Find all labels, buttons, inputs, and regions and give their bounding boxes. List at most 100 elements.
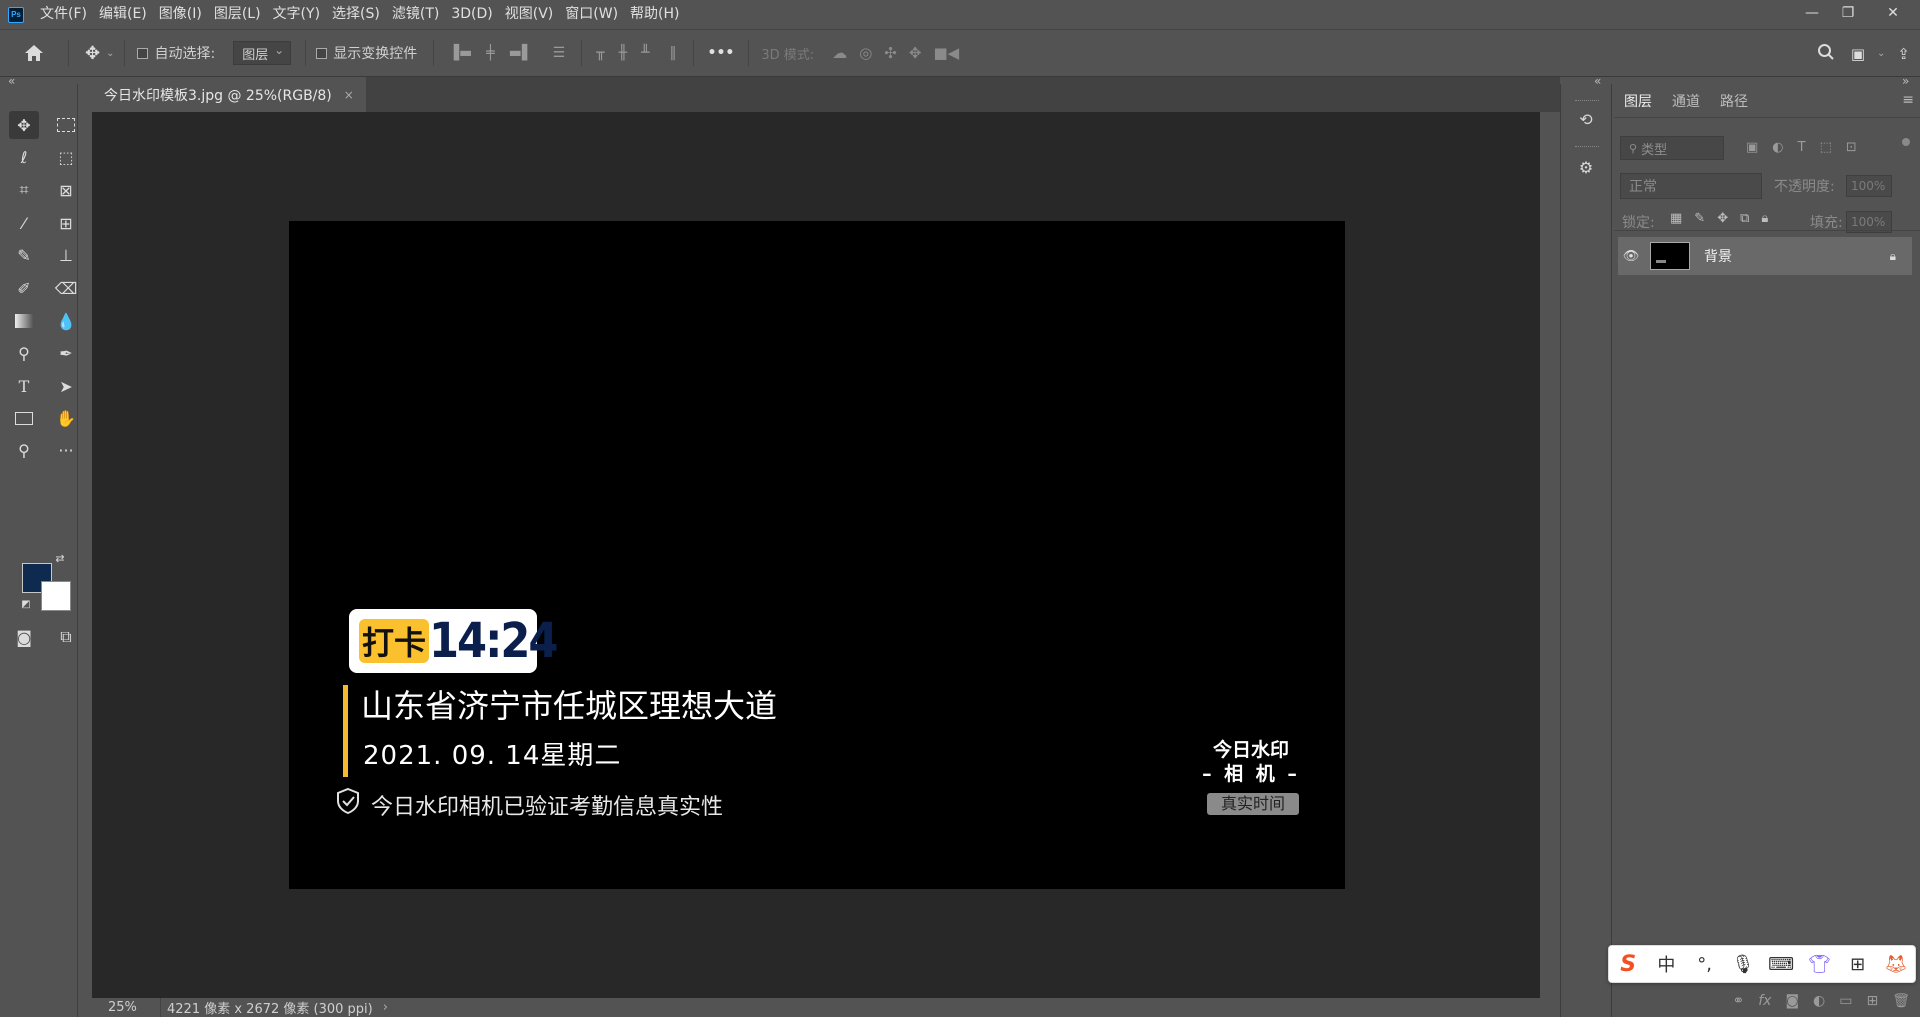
align-top-icon[interactable]: ╥ (596, 45, 604, 61)
eyedropper-tool-icon[interactable]: ⁄ (9, 209, 39, 237)
blur-tool-icon[interactable]: 💧 (51, 307, 81, 335)
lock-pixels-icon[interactable]: ✎ (1694, 211, 1705, 226)
search-icon[interactable] (1817, 43, 1835, 65)
auto-select-dropdown[interactable]: 图层 (233, 41, 292, 65)
panel-menu-icon[interactable]: ≡ (1902, 92, 1914, 108)
adjustment-layer-icon[interactable]: ◐ (1813, 993, 1825, 1009)
pen-tool-icon[interactable]: ✒ (51, 339, 81, 367)
mic-icon[interactable]: 🎙︎ (1729, 954, 1757, 975)
ime-language-toggle[interactable]: 中 (1652, 951, 1680, 977)
delete-layer-icon[interactable]: 🗑︎ (1892, 993, 1910, 1009)
menu-view[interactable]: 视图(V) (499, 0, 560, 29)
zoom-tool-icon[interactable]: ⚲ (9, 436, 39, 464)
swap-colors-icon[interactable]: ⇄ (52, 550, 68, 566)
lock-artboard-icon[interactable]: ⧉ (1740, 211, 1749, 226)
crop-tool-icon[interactable]: ⌗ (9, 176, 39, 204)
layer-name[interactable]: 背景 (1704, 246, 1732, 266)
filter-pixel-icon[interactable]: ▣ (1746, 140, 1758, 155)
home-icon[interactable] (16, 44, 52, 62)
blend-mode-dropdown[interactable]: 正常 (1620, 173, 1762, 199)
align-bottom-icon[interactable]: ╨ (641, 45, 649, 61)
patch-tool-icon[interactable]: ⊞ (51, 209, 81, 237)
new-group-icon[interactable]: ▭ (1839, 993, 1852, 1009)
close-button[interactable]: ✕ (1866, 0, 1920, 26)
fx-icon[interactable]: fx (1758, 993, 1771, 1009)
opacity-input[interactable]: 100% (1846, 175, 1892, 197)
hand-tool-icon[interactable]: ✋ (51, 404, 81, 432)
layer-row[interactable]: 👁︎ 背景 🔒︎ (1618, 237, 1912, 275)
3d-slide-icon[interactable]: ✥ (909, 44, 922, 62)
align-left-icon[interactable]: ▐▬ (448, 45, 472, 61)
filter-shape-icon[interactable]: ⬚ (1820, 140, 1832, 155)
more-options-button[interactable]: ••• (708, 45, 735, 61)
marquee-tool-icon[interactable] (51, 111, 81, 139)
menu-image[interactable]: 图像(I) (153, 0, 208, 29)
tab-layers[interactable]: 图层 (1614, 87, 1662, 117)
tab-paths[interactable]: 路径 (1710, 87, 1758, 117)
filter-adjustment-icon[interactable]: ◐ (1772, 140, 1783, 155)
ime-punctuation-toggle[interactable]: °, (1691, 954, 1719, 975)
align-right-icon[interactable]: ▬▌ (509, 45, 533, 61)
tab-close-icon[interactable]: × (344, 88, 354, 102)
menu-file[interactable]: 文件(F) (34, 0, 93, 29)
menu-layer[interactable]: 图层(L) (208, 0, 267, 29)
lock-all-icon[interactable]: 🔒︎ (1761, 211, 1768, 226)
distribute-v-icon[interactable]: ‖ (670, 45, 677, 61)
new-layer-icon[interactable]: ⊞ (1866, 993, 1878, 1009)
distribute-h-icon[interactable]: ☰ (553, 45, 566, 61)
history-brush-tool-icon[interactable]: ✐ (9, 274, 39, 302)
move-tool-icon[interactable]: ✥ (9, 111, 39, 139)
zoom-level[interactable]: 25% (108, 1000, 148, 1015)
document-canvas[interactable]: 打卡 14:24 山东省济宁市任城区理想大道 2021. 09. 14星期二 今… (289, 221, 1345, 889)
background-color-swatch[interactable] (41, 581, 71, 611)
eraser-tool-icon[interactable]: ⌫ (51, 274, 81, 302)
menu-help[interactable]: 帮助(H) (624, 0, 685, 29)
properties-panel-icon[interactable]: ⚙ (1573, 154, 1599, 180)
screen-mode-icon[interactable]: ⧉ (51, 623, 81, 651)
add-mask-icon[interactable]: ◙ (1785, 993, 1799, 1009)
more-tools-icon[interactable]: ··· (51, 436, 81, 464)
frame-tool-icon[interactable]: ⊠ (51, 176, 81, 204)
lock-transparent-icon[interactable]: ▦ (1670, 211, 1682, 226)
workspace-icon[interactable]: ▣ (1851, 45, 1865, 63)
menu-edit[interactable]: 编辑(E) (93, 0, 153, 29)
3d-roll-icon[interactable]: ◎ (859, 44, 872, 62)
object-select-tool-icon[interactable]: ⬚ (51, 143, 81, 171)
menu-type[interactable]: 文字(Y) (267, 0, 326, 29)
keyboard-icon[interactable]: ⌨ (1767, 954, 1795, 975)
move-tool-preset-icon[interactable]: ✥ ⌄ (85, 43, 114, 64)
stamp-tool-icon[interactable]: ⊥ (51, 241, 81, 269)
default-colors-icon[interactable]: ◩ (18, 596, 34, 612)
filter-type-icon[interactable]: T (1798, 140, 1806, 155)
sogou-logo-icon[interactable]: S (1614, 952, 1642, 977)
share-icon[interactable]: ⇪ (1897, 45, 1910, 63)
align-middle-v-icon[interactable]: ╫ (619, 45, 627, 61)
show-transform-checkbox[interactable] (316, 47, 328, 59)
3d-pan-icon[interactable]: ✣ (884, 44, 897, 62)
history-panel-icon[interactable]: ⟲ (1573, 106, 1599, 132)
filter-toggle-icon[interactable] (1902, 138, 1910, 146)
minimize-button[interactable]: — (1794, 0, 1830, 26)
auto-select-checkbox[interactable] (137, 47, 149, 59)
tab-channels[interactable]: 通道 (1662, 87, 1710, 117)
lasso-tool-icon[interactable]: ℓ (9, 143, 39, 171)
eye-icon[interactable]: 👁︎ (1618, 249, 1644, 264)
rectangle-tool-icon[interactable] (9, 404, 39, 432)
brush-tool-icon[interactable]: ✎ (9, 241, 39, 269)
menu-select[interactable]: 选择(S) (326, 0, 386, 29)
link-layers-icon[interactable]: ⚭ (1732, 993, 1744, 1009)
quick-mask-icon[interactable]: ◙ (9, 623, 39, 651)
menu-3d[interactable]: 3D(D) (445, 0, 498, 29)
type-tool-icon[interactable]: T (9, 372, 39, 400)
lock-position-icon[interactable]: ✥ (1717, 211, 1728, 226)
skin-icon[interactable]: 👕︎ (1805, 954, 1833, 975)
menu-filter[interactable]: 滤镜(T) (386, 0, 445, 29)
status-menu-arrow[interactable]: › (383, 1000, 388, 1015)
grid-icon[interactable]: ⊞ (1844, 954, 1872, 975)
3d-camera-icon[interactable]: ■◀ (933, 44, 959, 62)
toolbox-icon[interactable]: 🦊︎ (1882, 954, 1910, 975)
align-center-h-icon[interactable]: ╪ (486, 45, 494, 61)
chevron-down-icon[interactable]: ⌄ (1877, 48, 1885, 59)
lock-icon[interactable]: 🔒︎ (1890, 249, 1896, 264)
3d-orbit-icon[interactable]: ☁ (832, 44, 847, 62)
